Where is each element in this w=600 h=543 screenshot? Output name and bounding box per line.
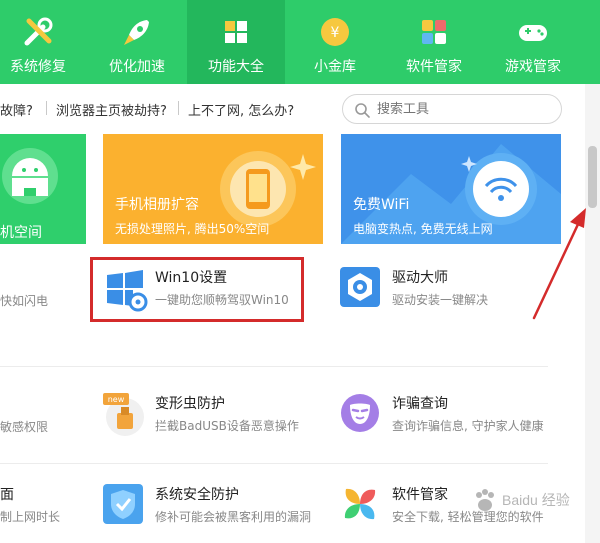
grid-icon <box>225 21 247 43</box>
divider <box>46 101 47 115</box>
nav-tab-games[interactable]: 游戏管家 <box>484 0 582 84</box>
banner-title: 机空间 <box>0 225 42 241</box>
app-store-icon <box>422 20 446 44</box>
banner-subtitle: 无损处理照片, 腾出50%空间 <box>115 222 270 236</box>
top-nav-bar: 系统修复 优化加速 功能大全 ¥ 小金库 软件管家 游戏管家 <box>0 0 600 84</box>
banner-title: 手机相册扩容 <box>115 197 199 213</box>
driver-gear-icon <box>340 267 380 307</box>
hot-link-fault[interactable]: 故障? <box>0 100 33 119</box>
annotation-arrow <box>532 208 586 320</box>
feature-desc: 查询诈骗信息, 守护家人健康 <box>392 419 544 433</box>
divider <box>178 101 179 115</box>
nav-tab-label: 游戏管家 <box>505 59 561 75</box>
nav-tab-label: 小金库 <box>314 59 356 75</box>
feature-title: 驱动大师 <box>392 270 448 286</box>
feature-desc: 拦截BadUSB设备恶意操作 <box>155 419 299 433</box>
usb-shield-icon: new <box>103 393 144 436</box>
gamepad-icon <box>519 25 547 41</box>
nav-tab-vault[interactable]: ¥ 小金库 <box>286 0 384 84</box>
feature-title: 诈骗查询 <box>392 396 448 412</box>
nav-tab-label: 系统修复 <box>10 59 66 75</box>
watermark-text: Baidu 经验 <box>502 492 570 508</box>
app-window: 系统修复 优化加速 功能大全 ¥ 小金库 软件管家 游戏管家 故障? 浏览器主页… <box>0 0 600 543</box>
hot-link-no-network[interactable]: 上不了网, 怎么办? <box>188 100 294 119</box>
mask-icon <box>341 394 379 432</box>
feature-title-cut: 面 <box>0 487 14 503</box>
nav-tab-optimize[interactable]: 优化加速 <box>88 0 186 84</box>
svg-text:¥: ¥ <box>331 25 340 41</box>
search-box[interactable] <box>342 94 562 124</box>
banner-title: 免费WiFi <box>353 197 410 213</box>
scrollbar-thumb[interactable] <box>588 146 597 208</box>
nav-tab-label: 优化加速 <box>109 59 165 75</box>
nav-tab-label: 功能大全 <box>208 59 264 75</box>
shield-icon <box>103 484 143 524</box>
banner-photo-expand[interactable]: 手机相册扩容 无损处理照片, 腾出50%空间 <box>103 134 323 244</box>
search-input[interactable] <box>377 100 547 118</box>
feature-desc-cut: 制上网时长 <box>0 510 61 524</box>
nav-tab-label: 软件管家 <box>406 59 462 75</box>
app-store-icon <box>344 488 376 520</box>
feature-amoeba-protection[interactable]: new 变形虫防护 拦截BadUSB设备恶意操作 <box>103 393 313 453</box>
feature-fraud-query[interactable]: 诈骗查询 查询诈骗信息, 守护家人健康 <box>340 393 555 453</box>
paw-icon <box>476 489 494 511</box>
coin-icon: ¥ <box>321 18 349 46</box>
rocket-icon <box>124 20 149 45</box>
divider <box>0 463 548 464</box>
watermark-logo: Baidu 经验 <box>470 480 580 530</box>
feature-desc-cut: 敏感权限 <box>0 420 49 434</box>
feature-desc: 修补可能会被黑客利用的漏洞 <box>155 510 312 524</box>
feature-driver-master[interactable]: 驱动大师 驱动安装一键解决 <box>340 267 550 327</box>
highlight-annotation-box <box>90 257 304 322</box>
feature-desc: 驱动安装一键解决 <box>392 293 489 307</box>
banner-subtitle: 电脑变热点, 免费无线上网 <box>353 222 493 236</box>
nav-tab-system-repair[interactable]: 系统修复 <box>0 0 87 84</box>
tools-icon <box>24 17 53 46</box>
divider <box>0 366 548 367</box>
nav-tab-software[interactable]: 软件管家 <box>385 0 483 84</box>
nav-tab-features[interactable]: 功能大全 <box>187 0 285 84</box>
banner-phone-space[interactable]: 机空间 <box>0 134 86 244</box>
feature-desc-cut: 快如闪电 <box>0 294 49 308</box>
hot-link-browser-hijack[interactable]: 浏览器主页被劫持? <box>56 100 167 119</box>
feature-title: 系统安全防护 <box>155 487 239 503</box>
feature-system-security[interactable]: 系统安全防护 修补可能会被黑客利用的漏洞 <box>103 484 318 543</box>
feature-title: 变形虫防护 <box>155 396 225 412</box>
android-icon <box>2 148 58 204</box>
new-badge: new <box>108 395 125 404</box>
feature-title: 软件管家 <box>392 487 448 503</box>
search-icon <box>355 103 370 118</box>
